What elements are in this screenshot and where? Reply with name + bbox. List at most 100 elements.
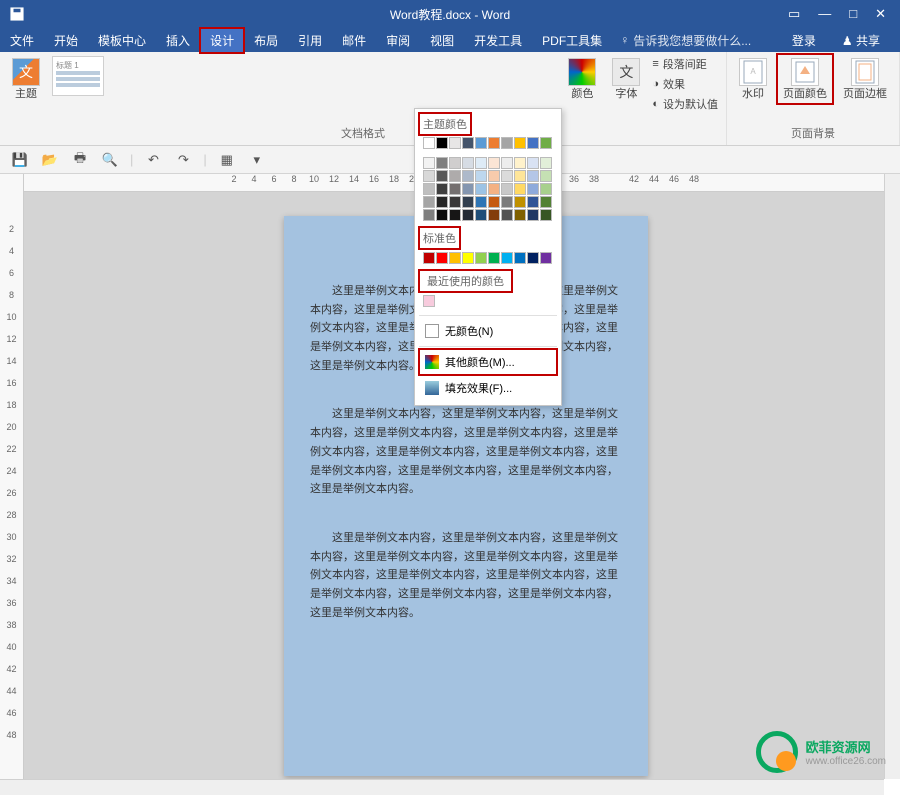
color-swatch[interactable]: [475, 170, 487, 182]
color-swatch[interactable]: [514, 170, 526, 182]
tab-design[interactable]: 设计: [200, 28, 244, 53]
color-swatch[interactable]: [488, 209, 500, 221]
save-qat-button[interactable]: 💾: [10, 150, 30, 170]
color-swatch[interactable]: [527, 209, 539, 221]
color-swatch[interactable]: [540, 183, 552, 195]
page-color-button[interactable]: 页面颜色: [779, 56, 831, 102]
color-swatch[interactable]: [423, 170, 435, 182]
preview-qat-button[interactable]: 🔍: [100, 150, 120, 170]
color-swatch[interactable]: [423, 252, 435, 264]
tab-pdf-tools[interactable]: PDF工具集: [532, 28, 612, 53]
close-button[interactable]: ✕: [875, 6, 886, 22]
color-swatch[interactable]: [475, 209, 487, 221]
table-qat-button[interactable]: ▦: [217, 150, 237, 170]
color-swatch[interactable]: [501, 252, 513, 264]
color-swatch[interactable]: [475, 196, 487, 208]
color-swatch[interactable]: [423, 209, 435, 221]
themes-button[interactable]: 文 主题: [8, 56, 44, 102]
color-swatch[interactable]: [540, 137, 552, 149]
undo-qat-button[interactable]: ↶: [143, 150, 163, 170]
color-swatch[interactable]: [527, 252, 539, 264]
tab-mailings[interactable]: 邮件: [332, 28, 376, 53]
login-link[interactable]: 登录: [782, 28, 826, 53]
color-swatch[interactable]: [436, 252, 448, 264]
color-swatch[interactable]: [488, 196, 500, 208]
tab-layout[interactable]: 布局: [244, 28, 288, 53]
tab-template-center[interactable]: 模板中心: [88, 28, 156, 53]
color-swatch[interactable]: [462, 137, 474, 149]
color-swatch[interactable]: [514, 183, 526, 195]
color-swatch[interactable]: [540, 252, 552, 264]
color-swatch[interactable]: [436, 170, 448, 182]
color-swatch[interactable]: [514, 252, 526, 264]
color-swatch[interactable]: [540, 170, 552, 182]
color-swatch[interactable]: [436, 157, 448, 169]
color-swatch[interactable]: [514, 209, 526, 221]
tab-references[interactable]: 引用: [288, 28, 332, 53]
color-swatch[interactable]: [501, 209, 513, 221]
color-swatch[interactable]: [423, 137, 435, 149]
color-swatch[interactable]: [436, 209, 448, 221]
color-swatch[interactable]: [462, 157, 474, 169]
paragraph-2[interactable]: 这里是举例文本内容，这里是举例文本内容，这里是举例文本内容，这里是举例文本内容，…: [310, 405, 622, 498]
color-swatch[interactable]: [501, 196, 513, 208]
color-swatch[interactable]: [462, 196, 474, 208]
color-swatch[interactable]: [449, 209, 461, 221]
maximize-button[interactable]: □: [849, 6, 857, 22]
paragraph-spacing-button[interactable]: ≡段落间距: [652, 56, 718, 72]
tab-view[interactable]: 视图: [420, 28, 464, 53]
style-set-thumb[interactable]: 标题 1: [52, 56, 104, 96]
set-default-button[interactable]: ◐设为默认值: [652, 96, 718, 112]
effects-button[interactable]: ◑效果: [652, 76, 718, 92]
more-qat-button[interactable]: ▾: [247, 150, 267, 170]
color-swatch[interactable]: [436, 196, 448, 208]
color-swatch[interactable]: [475, 252, 487, 264]
vertical-scrollbar[interactable]: [884, 174, 900, 779]
color-swatch[interactable]: [540, 196, 552, 208]
horizontal-scrollbar[interactable]: [0, 779, 884, 795]
redo-qat-button[interactable]: ↷: [173, 150, 193, 170]
colors-button[interactable]: 颜色: [564, 56, 600, 102]
save-icon[interactable]: [10, 7, 24, 21]
tell-me-search[interactable]: ♀ 告诉我您想要做什么...: [620, 32, 751, 49]
color-swatch[interactable]: [462, 252, 474, 264]
color-swatch[interactable]: [488, 183, 500, 195]
color-swatch[interactable]: [527, 137, 539, 149]
print-qat-button[interactable]: 🖶: [70, 150, 90, 170]
color-swatch[interactable]: [423, 196, 435, 208]
tab-developer[interactable]: 开发工具: [464, 28, 532, 53]
color-swatch[interactable]: [488, 137, 500, 149]
color-swatch[interactable]: [501, 183, 513, 195]
color-swatch[interactable]: [527, 183, 539, 195]
color-swatch[interactable]: [475, 137, 487, 149]
color-swatch[interactable]: [501, 170, 513, 182]
vertical-ruler[interactable]: 2468101214161820222426283032343638404244…: [0, 174, 24, 779]
tab-review[interactable]: 审阅: [376, 28, 420, 53]
color-swatch[interactable]: [475, 183, 487, 195]
color-swatch[interactable]: [449, 196, 461, 208]
color-swatch[interactable]: [514, 196, 526, 208]
color-swatch[interactable]: [462, 183, 474, 195]
color-swatch[interactable]: [449, 183, 461, 195]
color-swatch[interactable]: [423, 157, 435, 169]
watermark-button[interactable]: A 水印: [735, 56, 771, 102]
color-swatch[interactable]: [527, 170, 539, 182]
fill-effects-item[interactable]: 填充效果(F)...: [419, 375, 557, 401]
color-swatch[interactable]: [436, 137, 448, 149]
color-swatch[interactable]: [488, 157, 500, 169]
color-swatch[interactable]: [423, 183, 435, 195]
color-swatch[interactable]: [514, 157, 526, 169]
color-swatch[interactable]: [436, 183, 448, 195]
color-swatch[interactable]: [488, 252, 500, 264]
color-swatch[interactable]: [449, 170, 461, 182]
page-border-button[interactable]: 页面边框: [839, 56, 891, 102]
color-swatch[interactable]: [449, 157, 461, 169]
no-color-item[interactable]: 无颜色(N): [419, 318, 557, 344]
more-colors-item[interactable]: 其他颜色(M)...: [419, 349, 557, 375]
color-swatch[interactable]: [501, 157, 513, 169]
paragraph-3[interactable]: 这里是举例文本内容，这里是举例文本内容，这里是举例文本内容，这里是举例文本内容，…: [310, 529, 622, 622]
fonts-button[interactable]: 文 字体: [608, 56, 644, 102]
open-qat-button[interactable]: 📂: [40, 150, 60, 170]
color-swatch[interactable]: [527, 157, 539, 169]
color-swatch[interactable]: [501, 137, 513, 149]
